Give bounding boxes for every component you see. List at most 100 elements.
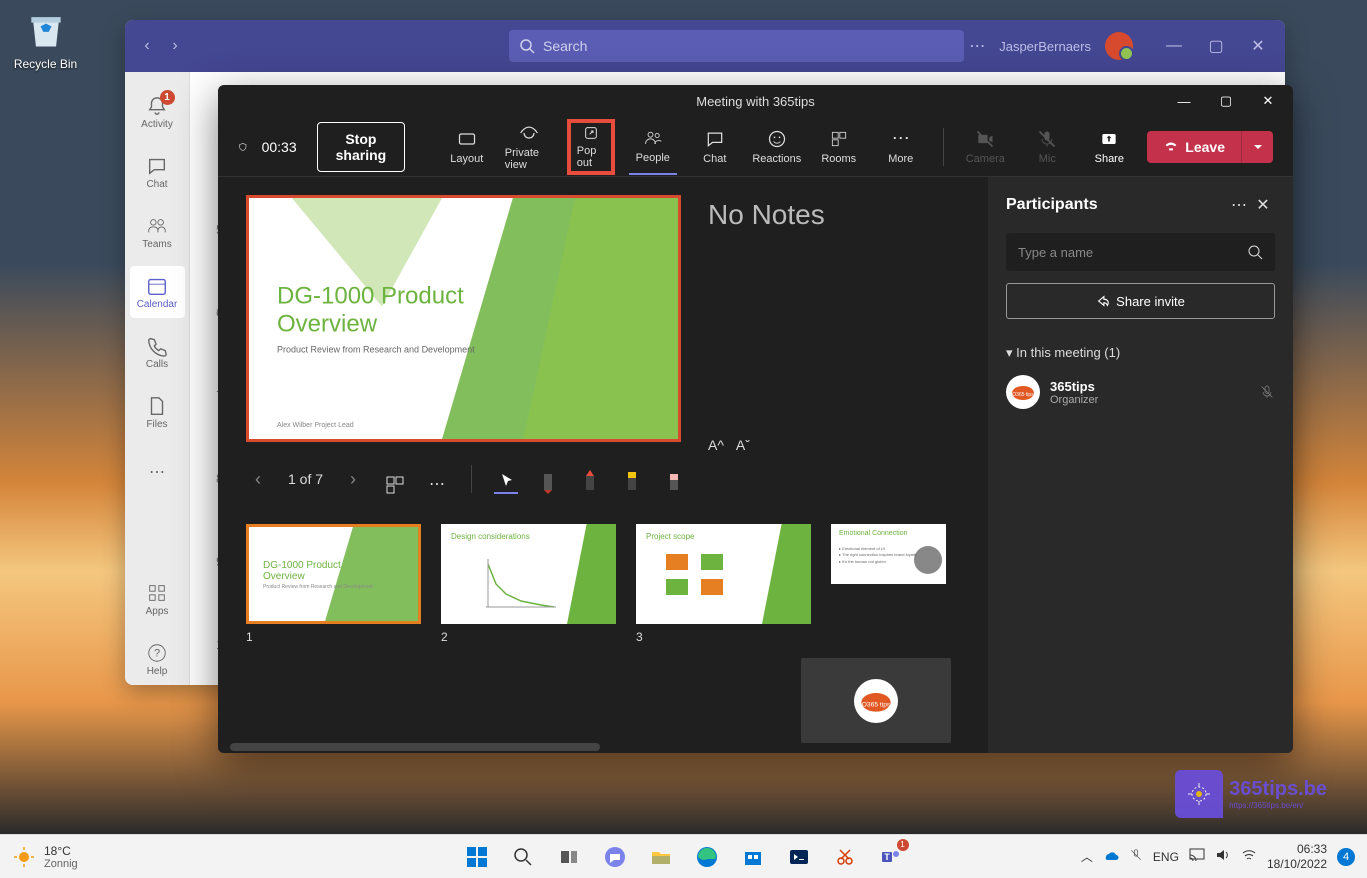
page-indicator: 1 of 7 <box>288 471 323 487</box>
search-taskbar-button[interactable] <box>503 837 543 877</box>
volume-icon[interactable] <box>1215 847 1231 866</box>
meeting-timer: 00:33 <box>262 139 297 155</box>
reactions-button[interactable]: Reactions <box>753 119 801 175</box>
thumbnail-2[interactable]: Design considerations <box>441 524 616 624</box>
in-meeting-section[interactable]: ▾ In this meeting (1) <box>1006 345 1275 361</box>
sidebar-item-apps[interactable]: Apps <box>130 573 185 625</box>
private-view-button[interactable]: Private view <box>505 119 553 175</box>
sidebar-item-calendar[interactable]: Calendar <box>130 266 185 318</box>
sidebar-item-activity[interactable]: 1 Activity <box>130 86 185 138</box>
tray-mic-icon[interactable] <box>1129 848 1143 865</box>
meeting-window: Meeting with 365tips — ▢ ✕ 00:33 Stop sh… <box>218 85 1293 753</box>
more-icon[interactable]: ⋯ <box>969 36 985 56</box>
recycle-bin[interactable]: Recycle Bin <box>8 8 83 71</box>
maximize-button[interactable]: ▢ <box>1197 30 1235 62</box>
sidebar-item-teams[interactable]: Teams <box>130 206 185 258</box>
prev-slide-button[interactable]: ‹ <box>246 469 270 490</box>
cast-icon[interactable] <box>1189 847 1205 866</box>
onedrive-icon[interactable] <box>1103 847 1119 866</box>
notifications-button[interactable]: 4 <box>1337 848 1355 866</box>
meeting-title: Meeting with 365tips <box>696 94 815 109</box>
sidebar-item-help[interactable]: ?Help <box>130 633 185 685</box>
edge-button[interactable] <box>687 837 727 877</box>
more-tools-button[interactable]: ⋯ <box>425 464 449 494</box>
rooms-button[interactable]: Rooms <box>815 119 863 175</box>
meeting-maximize-button[interactable]: ▢ <box>1207 85 1245 117</box>
highlighter-tool[interactable] <box>620 464 644 494</box>
svg-text:O365 tips: O365 tips <box>862 701 891 708</box>
task-view-button[interactable] <box>549 837 589 877</box>
people-button[interactable]: People <box>629 119 677 175</box>
leave-caret[interactable] <box>1241 131 1273 163</box>
app-sidebar: 1 Activity Chat Teams Calendar Calls Fil… <box>125 72 190 685</box>
sidebar-item-chat[interactable]: Chat <box>130 146 185 198</box>
weather-widget[interactable]: 18°CZonnig <box>12 844 78 870</box>
meeting-chat-button[interactable]: Chat <box>691 119 739 175</box>
snip-button[interactable] <box>825 837 865 877</box>
more-button[interactable]: ⋯More <box>877 119 925 175</box>
wifi-icon[interactable] <box>1241 847 1257 866</box>
participant-row[interactable]: O365 tips 365tips Organizer <box>1006 375 1275 409</box>
store-button[interactable] <box>733 837 773 877</box>
mic-button[interactable]: Mic <box>1023 119 1071 175</box>
grid-view-button[interactable] <box>383 464 407 494</box>
font-decrease-button[interactable]: Aˇ <box>736 437 750 453</box>
svg-text:T: T <box>884 852 890 862</box>
laser-tool[interactable] <box>578 464 602 494</box>
start-button[interactable] <box>457 837 497 877</box>
layout-button[interactable]: Layout <box>443 119 491 175</box>
close-button[interactable]: ✕ <box>1239 30 1277 62</box>
participants-heading: Participants <box>1006 196 1227 214</box>
sidebar-item-files[interactable]: Files <box>130 386 185 438</box>
nav-back[interactable]: ‹ <box>133 32 161 60</box>
teams-taskbar-button[interactable]: T1 <box>871 837 911 877</box>
meeting-close-button[interactable]: ✕ <box>1249 85 1287 117</box>
self-video-pip[interactable]: O365 tips <box>801 658 951 743</box>
participants-more-icon[interactable]: ⋯ <box>1227 195 1251 215</box>
explorer-button[interactable] <box>641 837 681 877</box>
camera-button[interactable]: Camera <box>961 119 1009 175</box>
tray-chevron-icon[interactable]: ︿ <box>1081 848 1093 865</box>
eraser-tool[interactable] <box>662 464 686 494</box>
next-slide-button[interactable]: › <box>341 469 365 490</box>
search-icon <box>1247 244 1263 260</box>
chat-taskbar-button[interactable] <box>595 837 635 877</box>
svg-text:?: ? <box>154 647 160 659</box>
nav-forward[interactable]: › <box>161 32 189 60</box>
cursor-tool[interactable] <box>494 464 518 494</box>
no-notes-label: No Notes <box>708 199 825 231</box>
leave-button[interactable]: Leave <box>1147 131 1241 163</box>
participants-panel: Participants ⋯ ✕ Type a name Share invit… <box>988 177 1293 753</box>
language-indicator[interactable]: ENG <box>1153 850 1179 864</box>
search-input[interactable]: Search <box>509 30 964 62</box>
stop-sharing-button[interactable]: Stop sharing <box>317 122 406 172</box>
thumbnail-scrollbar[interactable] <box>230 743 600 751</box>
sidebar-item-more[interactable]: ⋯ <box>130 446 185 498</box>
meeting-commandbar: 00:33 Stop sharing Layout Private view P… <box>218 117 1293 177</box>
participant-search-input[interactable]: Type a name <box>1006 233 1275 271</box>
mic-muted-icon <box>1259 384 1275 400</box>
pen-red-tool[interactable] <box>536 464 560 494</box>
watermark: 365tips.be https://365tips.be/en/ <box>1175 770 1327 818</box>
username-label: JasperBernaers <box>999 39 1091 54</box>
thumbnail-3[interactable]: Project scope <box>636 524 811 624</box>
participants-close-icon[interactable]: ✕ <box>1251 195 1275 215</box>
avatar[interactable] <box>1105 32 1133 60</box>
pop-out-button[interactable]: Pop out <box>567 119 615 175</box>
meeting-minimize-button[interactable]: — <box>1165 85 1203 117</box>
sidebar-item-calls[interactable]: Calls <box>130 326 185 378</box>
activity-badge: 1 <box>160 90 175 105</box>
presenter-toolbar: ‹ 1 of 7 › ⋯ <box>246 464 960 494</box>
font-increase-button[interactable]: A^ <box>708 437 724 453</box>
slide-thumbnails: DG-1000 ProductOverviewProduct Review fr… <box>246 524 960 624</box>
shield-icon[interactable] <box>238 138 248 156</box>
clock[interactable]: 06:3318/10/2022 <box>1267 842 1327 871</box>
thumbnail-1[interactable]: DG-1000 ProductOverviewProduct Review fr… <box>246 524 421 624</box>
thumbnail-4[interactable]: Emotional Connection ▸ Emotional element… <box>831 524 946 584</box>
share-button[interactable]: Share <box>1085 119 1133 175</box>
main-slide: DG-1000 ProductOverview Product Review f… <box>246 195 681 442</box>
powershell-button[interactable] <box>779 837 819 877</box>
taskbar: 18°CZonnig T1 ︿ ENG 06:3318/10/2022 4 <box>0 834 1367 878</box>
minimize-button[interactable]: — <box>1155 30 1193 62</box>
share-invite-button[interactable]: Share invite <box>1006 283 1275 319</box>
